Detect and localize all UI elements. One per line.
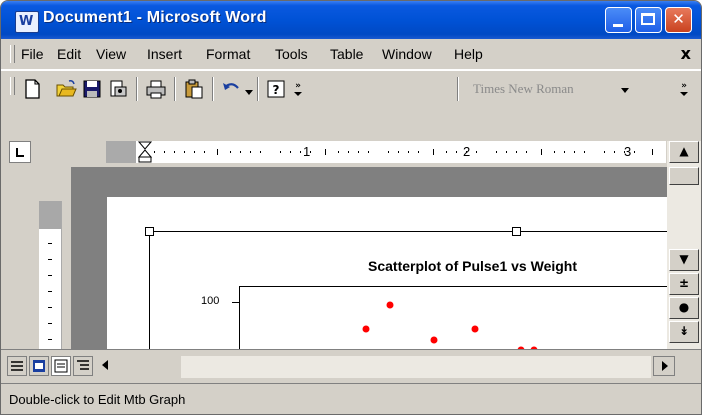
arrow-right-icon: [662, 361, 668, 371]
double-up-icon: ±: [678, 276, 690, 290]
scroll-down-button[interactable]: ▼: [669, 249, 699, 271]
double-down-icon: ↡: [678, 324, 690, 338]
outline-view-icon: [77, 360, 89, 370]
data-point: [471, 325, 479, 333]
horizontal-scroll-bar: [1, 349, 701, 384]
status-bar: Double-click to Edit Mtb Graph: [1, 383, 701, 414]
web-layout-button[interactable]: [29, 356, 49, 376]
scroll-right-button[interactable]: [653, 356, 675, 376]
circle-icon: ●: [678, 300, 690, 314]
arrow-left-icon: [102, 360, 108, 370]
scroll-up-button[interactable]: ▲: [669, 141, 699, 163]
data-point: [386, 301, 394, 309]
arrow-up-icon: ▲: [679, 144, 689, 158]
web-layout-icon: [33, 360, 45, 372]
arrow-down-icon: ▼: [679, 252, 689, 266]
horizontal-scroll-track[interactable]: [181, 356, 651, 378]
outline-view-button[interactable]: [73, 356, 93, 376]
print-layout-icon: [54, 359, 68, 373]
data-point: [362, 325, 370, 333]
previous-page-button[interactable]: ±: [669, 273, 699, 295]
scroll-thumb[interactable]: [669, 167, 699, 185]
status-text: Double-click to Edit Mtb Graph: [9, 392, 186, 407]
normal-view-icon: [11, 361, 23, 371]
word-window: W Document1 - Microsoft Word ✕ File Edit…: [0, 0, 702, 415]
normal-view-button[interactable]: [7, 356, 27, 376]
select-browse-object-button[interactable]: ●: [669, 297, 699, 319]
scroll-left-button[interactable]: [97, 356, 115, 376]
print-layout-button[interactable]: [51, 356, 71, 376]
next-page-button[interactable]: ↡: [669, 321, 699, 343]
data-point: [430, 336, 438, 344]
